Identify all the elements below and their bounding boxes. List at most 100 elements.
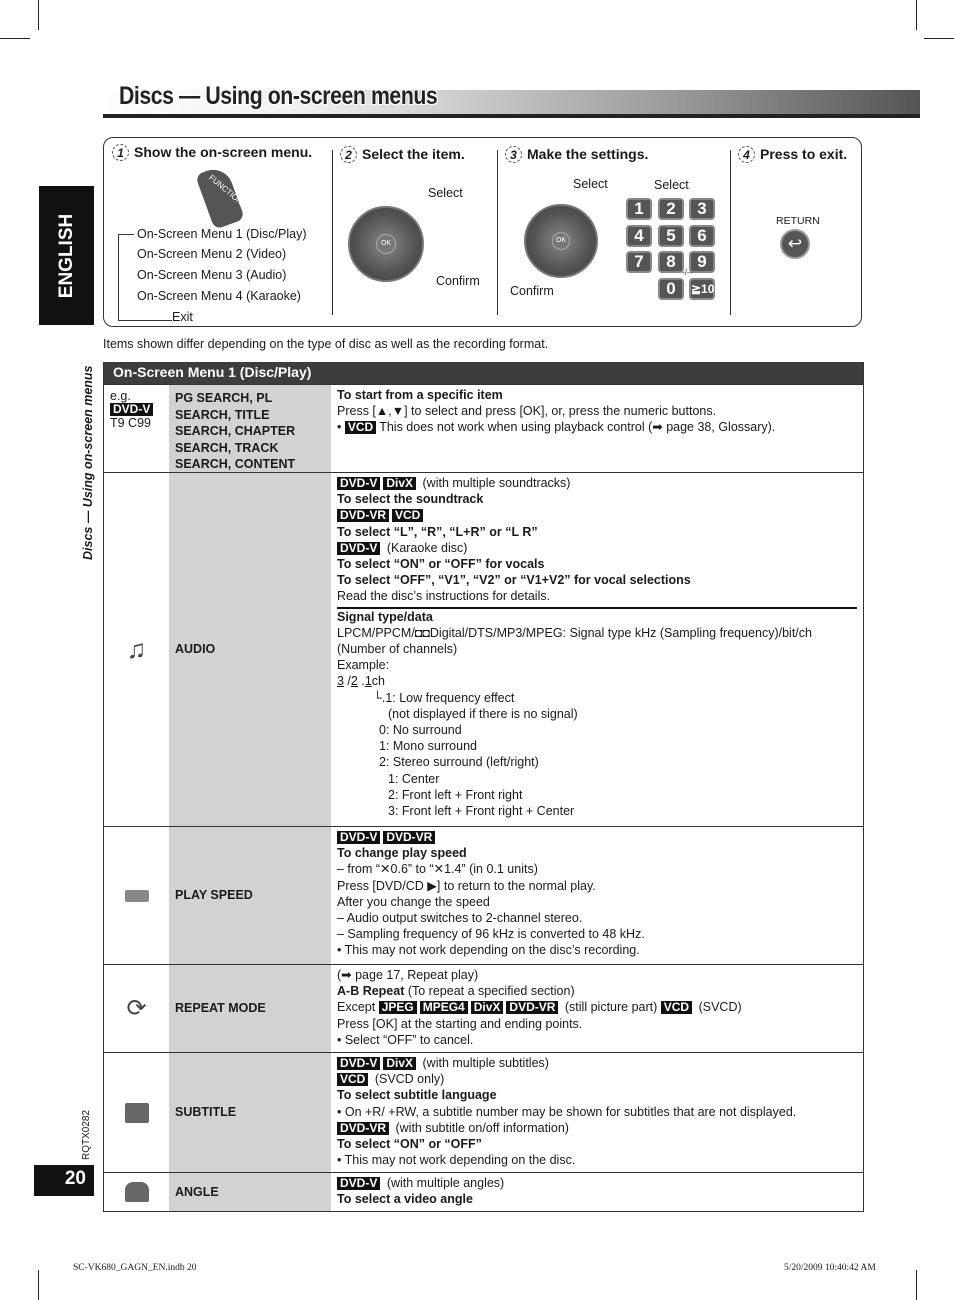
description-line: DVD-V (with multiple angles)	[337, 1175, 857, 1191]
description-line: DVD-V DVD-VR	[337, 829, 857, 845]
number-key[interactable]: 6	[689, 225, 715, 247]
section-label: Discs — Using on-screen menus	[81, 365, 95, 560]
cursor-pad[interactable]: OK	[524, 204, 598, 278]
menu-item-name: PLAY SPEED	[169, 827, 331, 964]
menu-item-name: SUBTITLE	[169, 1053, 331, 1172]
steps-box: 1 Show the on-screen menu. FUNCTIONS On-S…	[103, 137, 862, 327]
select-label: Select	[573, 177, 608, 191]
text: 2	[350, 674, 358, 689]
number-key[interactable]: 1	[626, 198, 652, 220]
text: 3	[337, 674, 344, 689]
text: ch	[371, 674, 385, 689]
description-line: 1: Mono surround	[337, 738, 857, 754]
disc-badge: VCD	[337, 1073, 369, 1087]
row-icon-cell: e.g. DVD-V T9 C99	[104, 385, 169, 472]
disc-badge: JPEG	[378, 1001, 417, 1015]
description-line: – Sampling frequency of 96 kHz is conver…	[337, 926, 857, 942]
description-cell: (➡ page 17, Repeat play) A-B Repeat (To r…	[331, 965, 863, 1052]
number-key[interactable]: ≧10	[689, 278, 715, 300]
disc-badge: DivX	[383, 477, 417, 490]
text: Press [OK] at the starting and ending po…	[337, 1016, 583, 1031]
description-line: To select subtitle language	[337, 1087, 857, 1103]
subtitle-icon	[124, 1102, 149, 1123]
menu-table: On-Screen Menu 1 (Disc/Play) e.g. DVD-V T9…	[103, 362, 864, 1212]
page-title: Discs — Using on-screen menus	[119, 82, 438, 110]
cursor-pad[interactable]: OK	[348, 206, 424, 282]
text: LPCM/PPCM/◘◘Digital/DTS/MP3/MPEG: Signal…	[337, 625, 812, 640]
text: • Select “OFF” to cancel.	[337, 1032, 474, 1047]
description-line: DVD-V DivX (with multiple soundtracks)	[337, 475, 857, 491]
repeat-icon: ⟳	[126, 995, 147, 1022]
text: – Sampling frequency of 96 kHz is conver…	[337, 927, 645, 942]
text: (with multiple soundtracks)	[419, 476, 571, 490]
description-line: Press [OK] at the starting and ending po…	[337, 1016, 857, 1032]
description-line: 2: Front left + Front right	[337, 787, 857, 803]
number-key[interactable]: 2	[658, 198, 684, 220]
description-line: • This may not work depending on the dis…	[337, 942, 857, 958]
description-cell: DVD-V DivX (with multiple soundtracks) To …	[331, 473, 863, 826]
table-header: On-Screen Menu 1 (Disc/Play)	[104, 362, 863, 384]
text: • This may not work depending on the dis…	[337, 1153, 576, 1168]
step-1-heading: 1 Show the on-screen menu.	[112, 144, 312, 161]
table-row: SUBTITLE DVD-V DivX (with multiple subtitl…	[104, 1052, 863, 1172]
description-line: To select “L”, “R”, “L+R” or “L R”	[337, 524, 857, 540]
description-line: 3: Front left + Front right + Center	[337, 803, 857, 819]
number-key[interactable]: 5	[658, 225, 684, 247]
text: To select “OFF”, “V1”, “V2” or “V1+V2” f…	[337, 573, 691, 588]
menu-flow-4: On-Screen Menu 4 (Karaoke)	[137, 289, 301, 303]
description-cell: To start from a specific item Press [▲,▼]…	[331, 385, 863, 472]
text: To select subtitle language	[337, 1088, 497, 1103]
description-line: To start from a specific item	[337, 387, 857, 403]
number-key[interactable]: 4	[626, 225, 652, 247]
crop-mark	[0, 38, 30, 39]
description-line: To select “ON” or “OFF”	[337, 1136, 857, 1152]
description-line: • This may not work depending on the dis…	[337, 1152, 857, 1168]
note-text: Items shown differ depending on the type…	[103, 337, 549, 351]
text: Press [DVD/CD ▶] to return to the normal…	[337, 878, 596, 893]
description-line: DVD-V (Karaoke disc)	[337, 540, 857, 556]
disc-badge: DVD-V	[337, 831, 381, 844]
number-key[interactable]: 3	[689, 198, 715, 220]
functions-button[interactable]: FUNCTIONS	[195, 164, 249, 230]
example-text: T9 C99	[110, 416, 151, 430]
number-key[interactable]: 9	[689, 251, 715, 273]
number-key[interactable]: 7	[626, 251, 652, 273]
description-line: 2: Stereo surround (left/right)	[337, 754, 857, 770]
description-line: 1: Center	[337, 771, 857, 787]
disc-badge: DVD-VR	[337, 509, 390, 523]
step-2-heading: 2 Select the item.	[340, 146, 465, 163]
example-text: e.g.	[110, 389, 131, 403]
description-line: 0: No surround	[337, 722, 857, 738]
crop-mark	[38, 1270, 39, 1300]
description-line: DVD-V DivX (with multiple subtitles)	[337, 1055, 857, 1071]
description-line: – from “✕0.6” to “✕1.4” (in 0.1 units)	[337, 861, 857, 877]
disc-badge: DVD-V	[337, 1057, 381, 1070]
select-label: Select	[428, 186, 463, 200]
number-key[interactable]: 0	[658, 278, 684, 300]
text: 1	[364, 674, 372, 689]
text: • This may not work depending on the dis…	[337, 943, 640, 958]
return-label: RETURN	[776, 215, 820, 227]
disc-badge: VCD	[660, 1001, 693, 1015]
description-line: Signal type/data	[337, 606, 857, 625]
select-label: Select	[654, 178, 689, 192]
description-cell: DVD-V DivX (with multiple subtitles) VCD (…	[331, 1053, 863, 1172]
disc-badge: DVD-VR	[506, 1001, 559, 1015]
crop-mark	[916, 0, 917, 30]
text: To select the soundtrack	[337, 492, 484, 507]
menu-flow-2: On-Screen Menu 2 (Video)	[137, 247, 287, 261]
table-row: PLAY SPEED DVD-V DVD-VR To change play spee…	[104, 826, 863, 964]
row-icon-cell: ⟳	[104, 965, 169, 1052]
description-line: VCD (SVCD only)	[337, 1071, 857, 1087]
text: (To repeat a specified section)	[404, 984, 575, 999]
description-cell: DVD-V (with multiple angles) To select a …	[331, 1173, 863, 1211]
table-row: e.g. DVD-V T9 C99 PG SEARCH, PL SEARCH, TIT…	[104, 384, 863, 488]
number-key[interactable]: 8	[658, 251, 684, 273]
return-button[interactable]: ↩	[780, 229, 810, 259]
language-tab: ENGLISH	[39, 186, 94, 325]
disc-badge: DVD-V	[337, 541, 381, 555]
step-4-heading: 4 Press to exit.	[738, 146, 847, 163]
music-note-icon: ♫	[126, 634, 147, 664]
description-line: – Audio output switches to 2-channel ste…	[337, 910, 857, 926]
crop-mark	[38, 0, 39, 30]
